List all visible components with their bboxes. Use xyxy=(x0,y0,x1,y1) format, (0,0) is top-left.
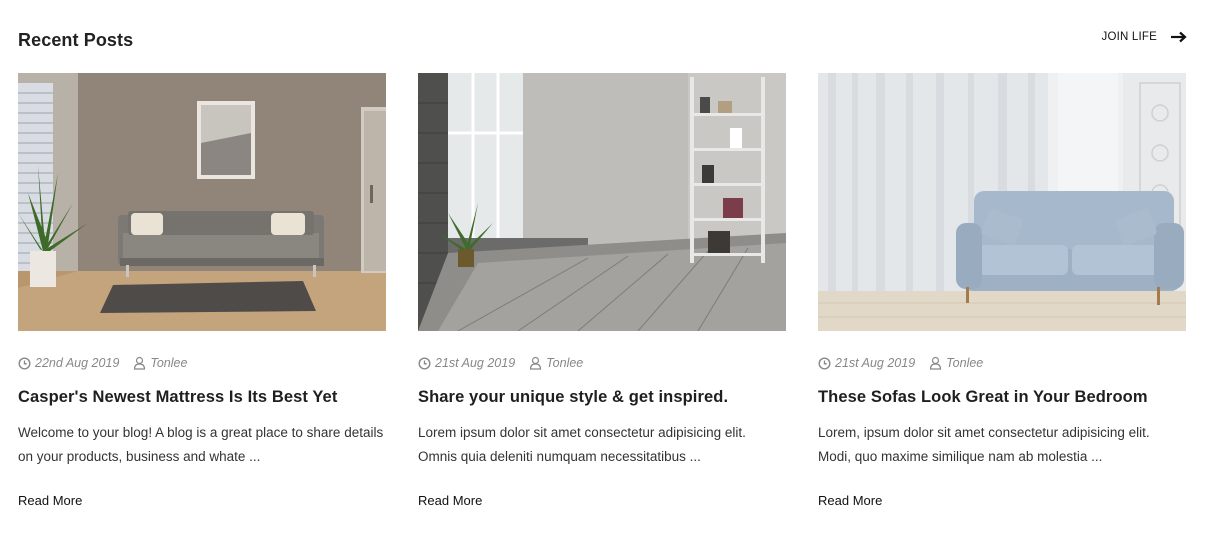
post-date: 22nd Aug 2019 xyxy=(18,356,119,370)
post-card: 21st Aug 2019 Tonlee These Sofas Look Gr… xyxy=(818,73,1186,510)
post-author: Tonlee xyxy=(529,356,583,370)
post-author-text: Tonlee xyxy=(546,356,584,370)
post-excerpt: Lorem ipsum dolor sit amet consectetur a… xyxy=(418,425,746,464)
clock-icon xyxy=(818,356,831,370)
post-card: 22nd Aug 2019 Tonlee Casper's Newest Mat… xyxy=(18,73,386,510)
post-author: Tonlee xyxy=(133,356,187,370)
post-date: 21st Aug 2019 xyxy=(418,356,515,370)
read-more-link[interactable]: Read More xyxy=(18,493,82,508)
post-date-text: 21st Aug 2019 xyxy=(435,356,516,370)
post-excerpt: Welcome to your blog! A blog is a great … xyxy=(18,425,384,464)
recent-posts-header: Recent Posts JOIN LIFE xyxy=(18,28,1187,52)
section-title: Recent Posts xyxy=(18,30,134,50)
post-meta: 21st Aug 2019 Tonlee xyxy=(418,355,786,371)
user-icon xyxy=(530,356,542,370)
read-more-link[interactable]: Read More xyxy=(818,493,882,508)
user-icon xyxy=(134,356,146,370)
post-date: 21st Aug 2019 xyxy=(818,356,915,370)
post-thumbnail-living-room[interactable] xyxy=(18,73,386,331)
post-meta: 22nd Aug 2019 Tonlee xyxy=(18,355,386,371)
post-title[interactable]: Casper's Newest Mattress Is Its Best Yet xyxy=(18,386,386,408)
post-title[interactable]: These Sofas Look Great in Your Bedroom xyxy=(818,386,1186,408)
post-author: Tonlee xyxy=(929,356,983,370)
post-title[interactable]: Share your unique style & get inspired. xyxy=(418,386,786,408)
posts-grid: 22nd Aug 2019 Tonlee Casper's Newest Mat… xyxy=(18,73,1187,510)
post-date-text: 22nd Aug 2019 xyxy=(35,356,120,370)
post-meta: 21st Aug 2019 Tonlee xyxy=(818,355,1186,371)
post-author-text: Tonlee xyxy=(946,356,984,370)
clock-icon xyxy=(418,356,431,370)
join-life-link[interactable]: JOIN LIFE xyxy=(1102,31,1187,43)
post-card: 21st Aug 2019 Tonlee Share your unique s… xyxy=(418,73,786,510)
read-more-link[interactable]: Read More xyxy=(418,493,482,508)
post-thumbnail-empty-room[interactable] xyxy=(418,73,786,331)
user-icon xyxy=(930,356,942,370)
clock-icon xyxy=(18,356,31,370)
post-date-text: 21st Aug 2019 xyxy=(835,356,916,370)
join-life-label: JOIN LIFE xyxy=(1101,31,1157,43)
post-thumbnail-blue-sofa[interactable] xyxy=(818,73,1186,331)
post-author-text: Tonlee xyxy=(150,356,188,370)
post-excerpt: Lorem, ipsum dolor sit amet consectetur … xyxy=(818,425,1150,464)
arrow-right-icon xyxy=(1171,31,1187,43)
